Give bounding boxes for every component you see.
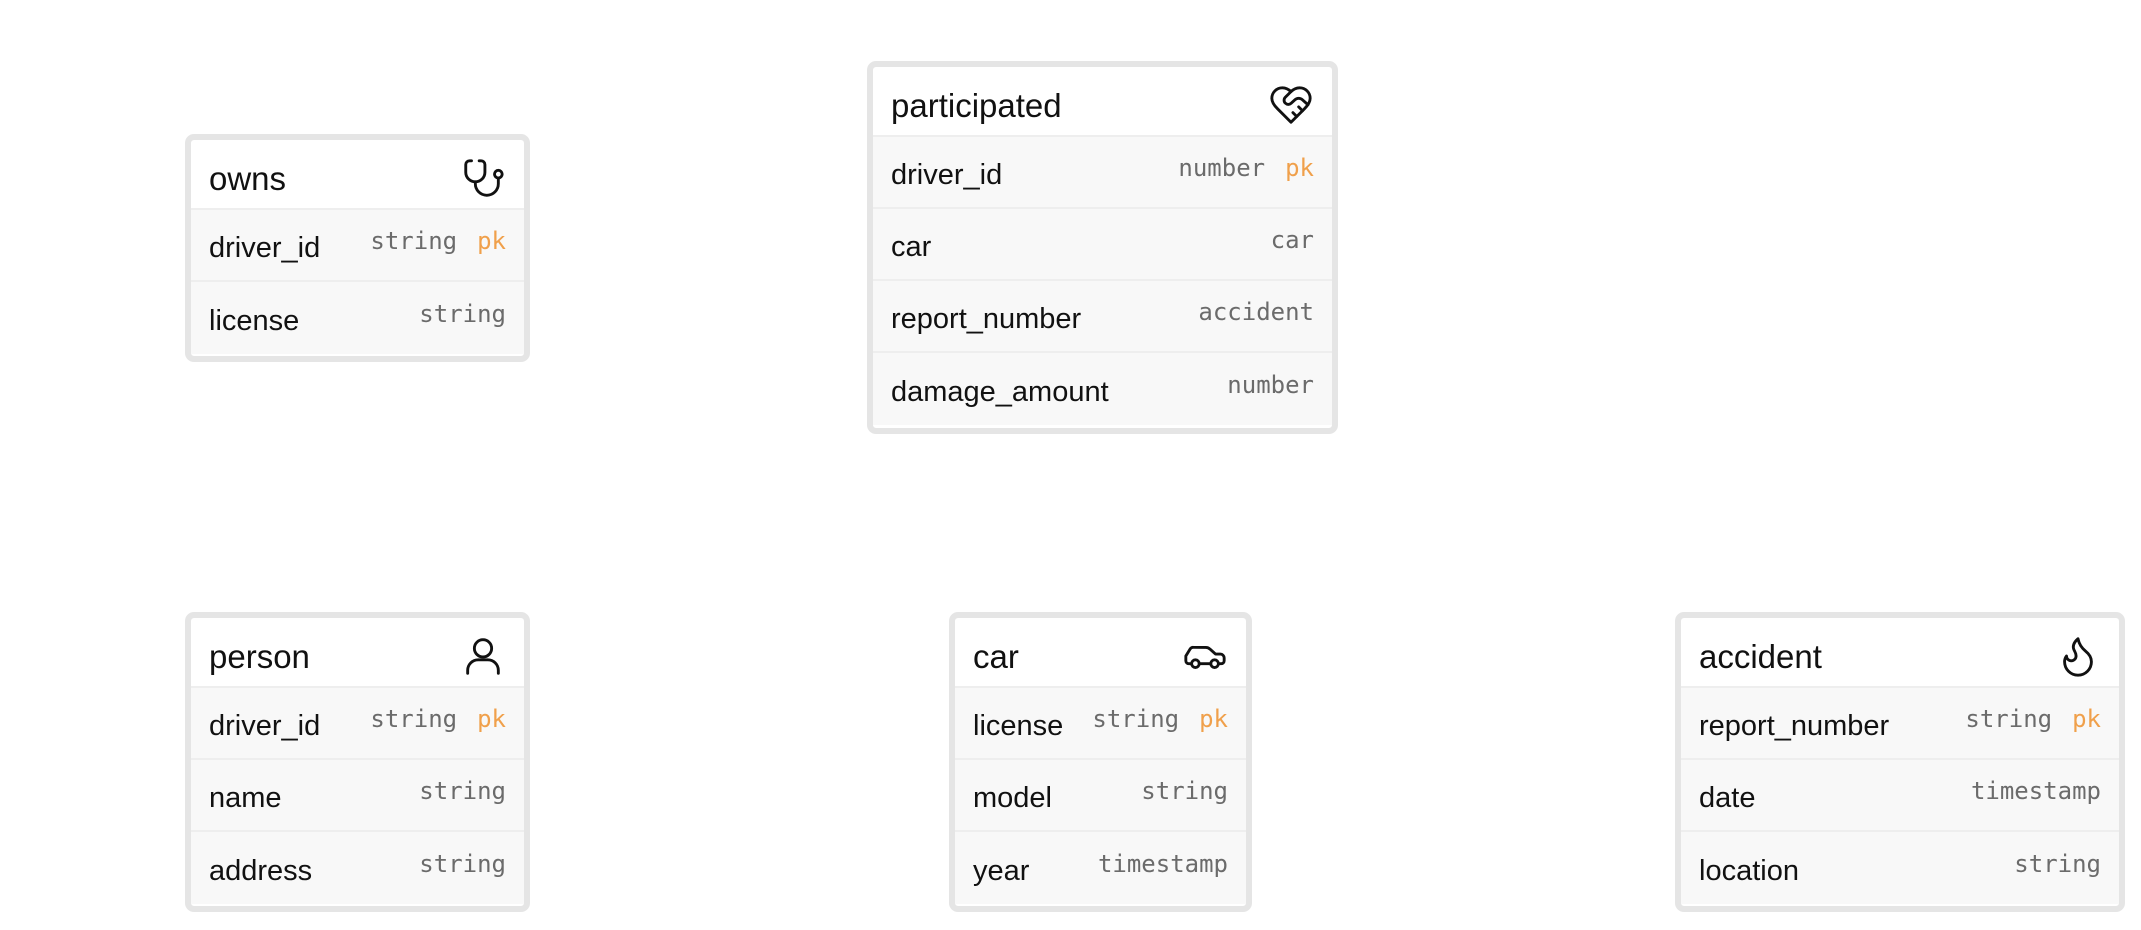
field-type: timestamp — [1097, 850, 1228, 878]
field-name: damage_amount — [891, 375, 1109, 408]
field-type: string — [2014, 850, 2101, 878]
field-name: driver_id — [209, 709, 321, 742]
field-row-name[interactable]: name string — [191, 760, 524, 832]
field-type: string — [419, 777, 506, 805]
entity-title: person — [209, 638, 310, 675]
entity-header: participated — [873, 67, 1332, 137]
field-row-damage-amount[interactable]: damage_amount number — [873, 353, 1332, 425]
field-row-driver-id[interactable]: driver_id string pk — [191, 210, 524, 282]
field-row-location[interactable]: location string — [1681, 832, 2119, 904]
field-name: driver_id — [209, 231, 321, 264]
field-name: driver_id — [891, 158, 1003, 191]
flame-icon — [2055, 633, 2101, 679]
field-type: number — [1227, 371, 1314, 399]
field-row-car[interactable]: car car — [873, 209, 1332, 281]
field-type: string — [370, 227, 458, 255]
entity-title: owns — [209, 160, 287, 197]
entity-car[interactable]: car license string pk model string year … — [949, 612, 1252, 912]
user-icon — [460, 633, 506, 679]
entity-title: accident — [1699, 638, 1822, 675]
entity-person[interactable]: person driver_id string pk name string a… — [185, 612, 530, 912]
field-name: year — [973, 854, 1030, 887]
pk-badge: pk — [477, 227, 506, 255]
pk-badge: pk — [477, 705, 506, 733]
field-type: number — [1178, 154, 1266, 182]
entity-header: owns — [191, 140, 524, 210]
field-row-report-number[interactable]: report_number string pk — [1681, 688, 2119, 760]
field-type: car — [1270, 226, 1314, 254]
field-name: car — [891, 230, 932, 263]
field-type: string — [370, 705, 458, 733]
field-name: license — [973, 709, 1064, 742]
field-row-report-number[interactable]: report_number accident — [873, 281, 1332, 353]
entity-accident[interactable]: accident report_number string pk date ti… — [1675, 612, 2125, 912]
entity-title: car — [973, 638, 1019, 675]
field-name: report_number — [1699, 709, 1890, 742]
entity-header: accident — [1681, 618, 2119, 688]
field-type: string — [419, 850, 506, 878]
field-type: string — [419, 300, 506, 328]
field-row-license[interactable]: license string pk — [955, 688, 1246, 760]
field-type: timestamp — [1970, 777, 2101, 805]
field-row-model[interactable]: model string — [955, 760, 1246, 832]
field-type: string — [1141, 777, 1228, 805]
field-row-address[interactable]: address string — [191, 832, 524, 904]
pk-badge: pk — [1199, 705, 1228, 733]
entity-header: car — [955, 618, 1246, 688]
entity-participated[interactable]: participated driver_id number pk car car… — [867, 61, 1338, 434]
field-name: address — [209, 854, 313, 887]
pk-badge: pk — [2072, 705, 2101, 733]
field-row-date[interactable]: date timestamp — [1681, 760, 2119, 832]
field-row-driver-id[interactable]: driver_id number pk — [873, 137, 1332, 209]
pk-badge: pk — [1285, 154, 1314, 182]
field-row-year[interactable]: year timestamp — [955, 832, 1246, 904]
field-type: string — [1965, 705, 2053, 733]
field-name: location — [1699, 854, 1799, 887]
field-name: report_number — [891, 302, 1082, 335]
entity-title: participated — [891, 87, 1062, 124]
stethoscope-icon — [460, 155, 506, 201]
field-name: date — [1699, 781, 1756, 814]
field-row-license[interactable]: license string — [191, 282, 524, 354]
field-type: accident — [1198, 298, 1314, 326]
car-icon — [1182, 633, 1228, 679]
heart-handshake-icon — [1268, 82, 1314, 128]
field-row-driver-id[interactable]: driver_id string pk — [191, 688, 524, 760]
field-name: license — [209, 304, 300, 337]
field-type: string — [1092, 705, 1180, 733]
field-name: model — [973, 781, 1052, 814]
field-name: name — [209, 781, 282, 814]
entity-owns[interactable]: owns driver_id string pk license string — [185, 134, 530, 362]
entity-header: person — [191, 618, 524, 688]
